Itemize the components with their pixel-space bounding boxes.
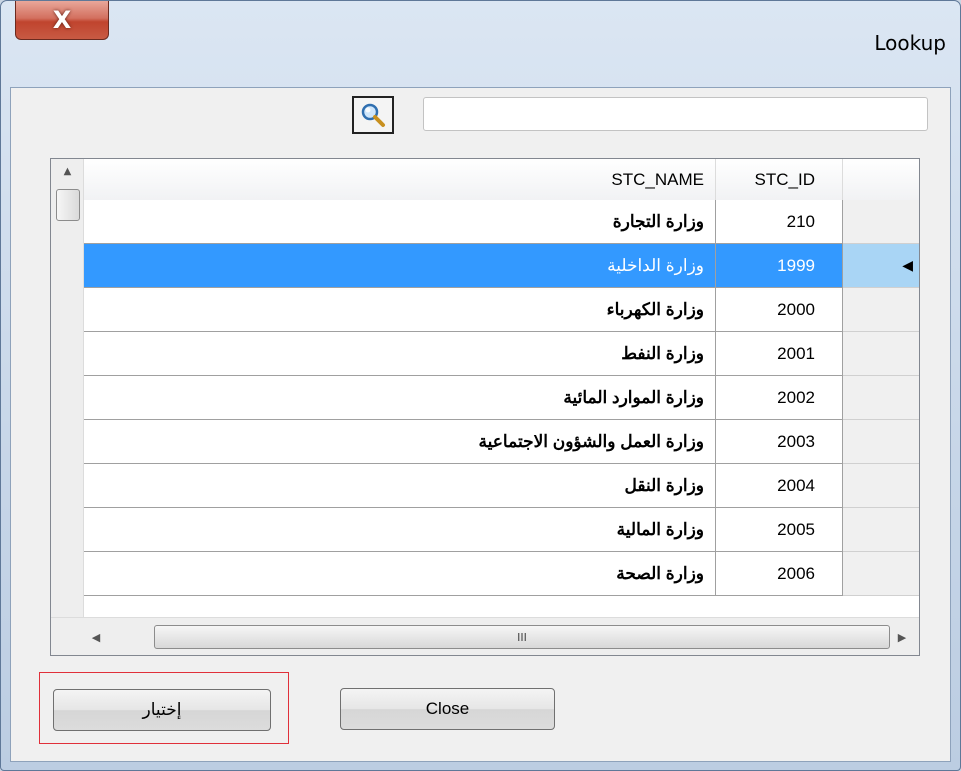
cell-stc-name[interactable]: وزارة النقل bbox=[84, 464, 716, 508]
close-icon: X bbox=[52, 6, 72, 34]
cell-stc-id[interactable]: 2003 bbox=[716, 420, 843, 464]
cell-stc-name[interactable]: وزارة العمل والشؤون الاجتماعية bbox=[84, 420, 716, 464]
search-input[interactable] bbox=[423, 97, 928, 131]
row-header-cell[interactable] bbox=[843, 200, 919, 244]
cell-stc-id[interactable]: 2000 bbox=[716, 288, 843, 332]
table-row[interactable]: وزارة النفط 2001 bbox=[84, 332, 919, 376]
cell-stc-id[interactable]: 2001 bbox=[716, 332, 843, 376]
table-row[interactable]: وزارة النقل 2004 bbox=[84, 464, 919, 508]
table-row[interactable]: وزارة المالية 2005 bbox=[84, 508, 919, 552]
scroll-right-arrow-icon[interactable]: ▶ bbox=[887, 618, 917, 655]
dialog-body: ▲ STC_NAME STC_ID وزارة التجارة 210 وزارة … bbox=[10, 87, 951, 762]
search-button[interactable] bbox=[352, 96, 394, 134]
table-row[interactable]: وزارة العمل والشؤون الاجتماعية 2003 bbox=[84, 420, 919, 464]
cell-stc-name[interactable]: وزارة النفط bbox=[84, 332, 716, 376]
cell-stc-name[interactable]: وزارة الصحة bbox=[84, 552, 716, 596]
row-header-cell[interactable] bbox=[843, 420, 919, 464]
column-header-stc-name[interactable]: STC_NAME bbox=[84, 159, 716, 200]
cell-stc-id[interactable]: 2004 bbox=[716, 464, 843, 508]
lookup-grid[interactable]: ▲ STC_NAME STC_ID وزارة التجارة 210 وزارة … bbox=[50, 158, 920, 656]
horizontal-scrollbar[interactable]: ◀ III ▶ bbox=[51, 617, 919, 655]
row-header-cell[interactable] bbox=[843, 332, 919, 376]
search-icon bbox=[361, 103, 385, 127]
scroll-up-arrow-icon[interactable]: ▲ bbox=[51, 159, 84, 183]
table-row[interactable]: وزارة التجارة 210 bbox=[84, 200, 919, 244]
vertical-scroll-thumb[interactable] bbox=[56, 189, 80, 221]
row-header-cell[interactable] bbox=[843, 376, 919, 420]
lookup-window: X Lookup ▲ STC_NAME STC_ID وزارة التجارة… bbox=[0, 0, 961, 771]
horizontal-scroll-thumb[interactable]: III bbox=[154, 625, 890, 649]
cell-stc-name[interactable]: وزارة الموارد المائية bbox=[84, 376, 716, 420]
row-header-cell[interactable]: ◀ bbox=[843, 244, 919, 288]
cell-stc-name[interactable]: وزارة الكهرباء bbox=[84, 288, 716, 332]
grid-header: STC_NAME STC_ID bbox=[84, 159, 919, 201]
cell-stc-id[interactable]: 210 bbox=[716, 200, 843, 244]
column-header-stc-id[interactable]: STC_ID bbox=[716, 159, 843, 200]
row-header-cell[interactable] bbox=[843, 464, 919, 508]
table-row[interactable]: وزارة الموارد المائية 2002 bbox=[84, 376, 919, 420]
table-row[interactable]: وزارة الكهرباء 2000 bbox=[84, 288, 919, 332]
scroll-left-arrow-icon[interactable]: ◀ bbox=[81, 618, 111, 655]
table-row[interactable]: وزارة الصحة 2006 bbox=[84, 552, 919, 596]
cell-stc-id[interactable]: 2006 bbox=[716, 552, 843, 596]
scroll-grip-icon: III bbox=[517, 630, 527, 644]
choose-button[interactable]: إختيار bbox=[53, 689, 271, 731]
vertical-scrollbar[interactable]: ▲ bbox=[51, 159, 84, 617]
row-header-cell[interactable] bbox=[843, 288, 919, 332]
window-close-button[interactable]: X bbox=[15, 1, 109, 40]
cell-stc-name[interactable]: وزارة المالية bbox=[84, 508, 716, 552]
title-bar: X Lookup bbox=[1, 1, 960, 87]
window-title: Lookup bbox=[874, 31, 946, 55]
row-header-corner bbox=[843, 159, 919, 200]
row-header-cell[interactable] bbox=[843, 552, 919, 596]
close-button[interactable]: Close bbox=[340, 688, 555, 730]
cell-stc-id[interactable]: 1999 bbox=[716, 244, 843, 288]
cell-stc-id[interactable]: 2005 bbox=[716, 508, 843, 552]
cell-stc-name[interactable]: وزارة التجارة bbox=[84, 200, 716, 244]
cell-stc-name[interactable]: وزارة الداخلية bbox=[84, 244, 716, 288]
table-row[interactable]: وزارة الداخلية 1999 ◀ bbox=[84, 244, 919, 288]
cell-stc-id[interactable]: 2002 bbox=[716, 376, 843, 420]
row-header-cell[interactable] bbox=[843, 508, 919, 552]
current-row-indicator-icon: ◀ bbox=[902, 257, 913, 273]
